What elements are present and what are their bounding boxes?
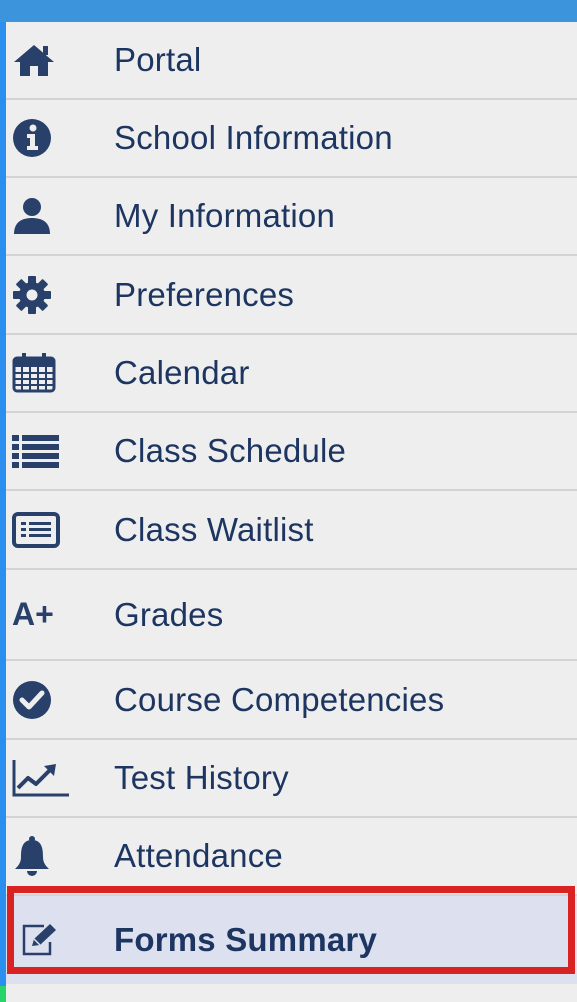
sidebar-item-test-history[interactable]: Test History (6, 740, 577, 818)
sidebar-item-grades[interactable]: A+ Grades (6, 570, 577, 661)
sidebar-item-label: Grades (114, 595, 224, 633)
sidebar-item-forms-summary[interactable]: Forms Summary (6, 896, 577, 984)
sidebar-item-attendance[interactable]: Attendance (6, 818, 577, 896)
edit-icon (20, 922, 78, 958)
sidebar-item-label: Preferences (114, 275, 295, 313)
sidebar-item-preferences[interactable]: Preferences (6, 256, 577, 335)
user-icon (12, 196, 70, 236)
sidebar-item-label: Class Waitlist (114, 510, 314, 548)
info-circle-icon (12, 118, 70, 158)
sidebar-item-my-information[interactable]: My Information (6, 178, 577, 256)
top-bar (0, 0, 577, 22)
sidebar-item-school-information[interactable]: School Information (6, 100, 577, 178)
sidebar-item-label: Attendance (114, 837, 283, 874)
sidebar-item-class-schedule[interactable]: Class Schedule (6, 413, 577, 491)
sidebar-menu: Portal School Information My Information… (6, 22, 577, 984)
sidebar-item-class-waitlist[interactable]: Class Waitlist (6, 491, 577, 570)
list-card-icon (12, 511, 70, 548)
sidebar-item-course-competencies[interactable]: Course Competencies (6, 661, 577, 740)
calendar-icon (12, 353, 70, 393)
sidebar-item-label: School Information (114, 119, 393, 156)
sidebar-item-portal[interactable]: Portal (6, 22, 577, 100)
sidebar-item-label: Calendar (114, 354, 250, 391)
home-icon (12, 43, 70, 77)
sidebar-item-label: Portal (114, 41, 202, 78)
left-edge-accent (0, 986, 6, 1002)
sidebar-item-label: Forms Summary (114, 921, 378, 958)
sidebar-item-label: My Information (114, 197, 336, 234)
gear-icon (12, 275, 70, 315)
sidebar-item-label: Class Schedule (114, 432, 347, 469)
sidebar-item-calendar[interactable]: Calendar (6, 335, 577, 413)
list-icon (12, 434, 70, 468)
sidebar-item-label: Course Competencies (114, 680, 445, 718)
a-plus-icon: A+ (12, 596, 54, 632)
check-circle-icon (12, 680, 70, 720)
sidebar-item-label: Test History (114, 759, 289, 796)
bell-icon (12, 835, 70, 877)
line-chart-icon (12, 758, 70, 798)
